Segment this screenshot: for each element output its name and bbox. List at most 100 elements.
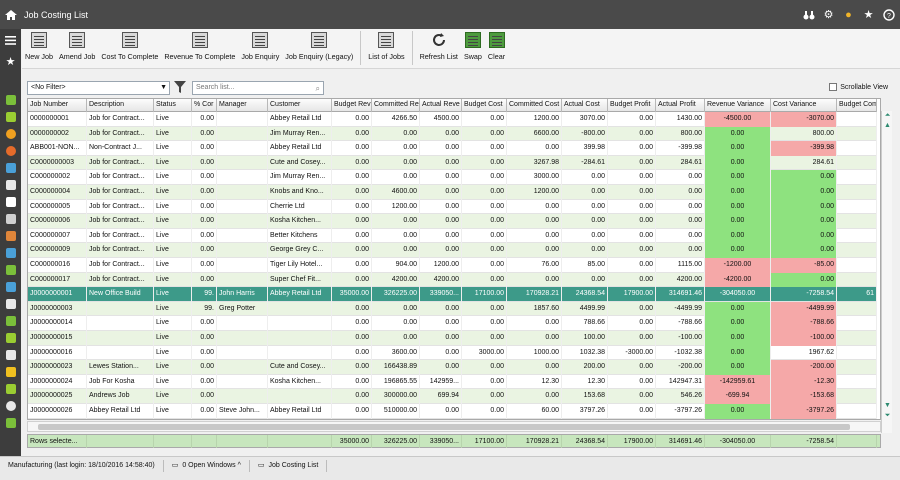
table-row[interactable]: C000000016 Job for Contract... Live 0.00 Tig… [28,258,877,273]
job-enquiry-button[interactable]: Job Enquiry [238,31,282,67]
filter-dropdown[interactable]: <No Filter> ▼ [27,81,170,95]
swap-button[interactable]: Swap [461,31,485,67]
nav-module-icon-11[interactable] [0,261,21,278]
scroll-top-icon[interactable]: ⏶ [882,111,893,120]
nav-module-icon-8[interactable] [0,210,21,227]
column-header-actual-profit[interactable]: Actual Profit [656,99,705,112]
table-row[interactable]: C000000004 Job for Contract... Live 0.00 Kno… [28,185,877,200]
column-header-percent-complete[interactable]: % Cor [192,99,217,112]
cell-actual-profit: 546.26 [656,389,705,404]
column-header-actual-cost[interactable]: Actual Cost [562,99,608,112]
revenue-to-complete-button[interactable]: Revenue To Complete [161,31,238,67]
nav-module-icon-5[interactable] [0,159,21,176]
column-header-cost-variance[interactable]: Cost Variance [771,99,837,112]
table-row[interactable]: C000000005 Job for Contract... Live 0.00 Che… [28,199,877,215]
scrollable-view-toggle[interactable]: Scrollable View [829,83,888,91]
cell-job-number: C000000006 [28,214,87,229]
table-row[interactable]: C000000009 Job for Contract... Live 0.00 Geo… [28,243,877,258]
table-row[interactable]: J0000000003 Live 99. Greg Potter 0.00 0.00 0.0… [28,301,877,317]
column-header-committed-cost[interactable]: Committed Cost [507,99,562,112]
table-row[interactable]: 0000000002 Job for Contract... Live 0.00 Jim… [28,126,877,142]
table-row[interactable]: J0000000024 Job For Kosha Live 0.00 Kosha Ki… [28,374,877,390]
totals-row: Rows selecte... 35000.00 326225.00 339050..… [27,434,881,448]
column-header-status[interactable]: Status [154,99,192,112]
table-row[interactable]: J0000000001 New Office Build Live 99. John H… [28,287,877,302]
table-row[interactable]: ABB001-NON... Non-Contract J... Live 0.00 Ab… [28,141,877,156]
table-row[interactable]: C0000000003 Job for Contract... Live 0.00 Cu… [28,155,877,171]
cell-actual-profit: 0.00 [656,243,705,258]
scroll-down-icon[interactable]: ▼ [882,401,893,410]
cell-job-number: C000000009 [28,243,87,258]
list-of-jobs-button[interactable]: List of Jobs [365,31,407,67]
table-row[interactable]: J0000000014 Live 0.00 0.00 0.00 0.00 0.00 0.00 7… [28,316,877,331]
table-row[interactable]: J0000000016 Live 0.00 0.00 3600.00 0.00 3000.0… [28,345,877,361]
nav-module-icon-12[interactable] [0,278,21,295]
column-header-revenue-variance[interactable]: Revenue Variance [705,99,771,112]
nav-module-icon-7[interactable] [0,193,21,210]
cell-customer: Jim Murray Ren... [268,126,332,142]
cell-revenue-variance: -1200.00 [705,258,771,273]
scroll-bottom-icon[interactable]: ⏷ [882,411,893,420]
table-row[interactable]: J0000000025 Andrews Job Live 0.00 0.00 300000… [28,389,877,404]
menu-icon[interactable] [0,29,21,51]
cost-to-complete-button[interactable]: Cost To Complete [98,31,161,67]
open-windows-button[interactable]: ▭ 0 Open Windows ^ [164,460,250,472]
nav-module-icon-18[interactable] [0,380,21,397]
nav-module-icon-16[interactable] [0,346,21,363]
cell-customer: Kosha Kitchen... [268,374,332,390]
nav-module-icon-14[interactable] [0,312,21,329]
job-enquiry-legacy-button[interactable]: Job Enquiry (Legacy) [282,31,356,67]
column-header-manager[interactable]: Manager [217,99,268,112]
column-header-budget-complete[interactable]: Budget Comp [837,99,877,112]
nav-module-icon-9[interactable] [0,227,21,244]
binoculars-icon[interactable] [801,7,816,22]
table-row[interactable]: 0000000001 Job for Contract... Live 0.00 Abb… [28,112,877,127]
funnel-icon[interactable] [174,81,186,94]
scroll-up-icon[interactable]: ▲ [882,121,893,130]
table-row[interactable]: C000000006 Job for Contract... Live 0.00 Kos… [28,214,877,229]
refresh-list-button[interactable]: Refresh List [417,31,461,67]
nav-module-icon-4[interactable] [0,142,21,159]
help-icon[interactable]: ? [881,7,896,22]
column-header-description[interactable]: Description [87,99,154,112]
column-header-budget-cost[interactable]: Budget Cost [462,99,507,112]
column-header-actual-revenue[interactable]: Actual Reve [420,99,462,112]
new-job-button[interactable]: New Job [22,31,56,67]
table-row[interactable]: C000000007 Job for Contract... Live 0.00 Bet… [28,228,877,244]
table-row[interactable]: J0000000026 Abbey Retail Ltd Live 0.00 Steve… [28,404,877,419]
table-row[interactable]: J0000000023 Lewes Station... Live 0.00 Cute … [28,360,877,375]
vertical-scrollbar[interactable]: ⏶ ▲ ▼ ⏷ [881,111,892,433]
home-icon[interactable] [0,0,22,29]
taskbar-tab-job-costing-list[interactable]: ▭ Job Costing List [250,460,328,472]
column-header-budget-revenue[interactable]: Budget Rev [332,99,372,112]
nav-module-icon-6[interactable] [0,176,21,193]
column-header-customer[interactable]: Customer [268,99,332,112]
scrollable-view-checkbox[interactable] [829,83,838,91]
nav-module-icon-3[interactable] [0,125,21,142]
favourites-star-icon[interactable]: ★ [0,51,21,71]
column-header-job-number[interactable]: Job Number [28,99,87,112]
star-icon[interactable]: ★ [861,7,876,22]
horizontal-scroll-thumb[interactable] [38,424,850,430]
cell-job-number: C0000000003 [28,155,87,171]
nav-module-icon-1[interactable] [0,91,21,108]
clear-button[interactable]: Clear [485,31,508,67]
nav-module-icon-17[interactable] [0,363,21,380]
nav-module-icon-15[interactable] [0,329,21,346]
table-row[interactable]: J0000000027Steve Walt...Live0.00Steve Jo… [28,418,877,419]
lightbulb-icon[interactable]: ● [841,7,856,22]
column-header-budget-profit[interactable]: Budget Profit [608,99,656,112]
horizontal-scrollbar[interactable] [27,421,881,432]
nav-module-icon-10[interactable] [0,244,21,261]
nav-module-icon-2[interactable] [0,108,21,125]
table-row[interactable]: C000000017 Job for Contract... Live 0.00 Sup… [28,272,877,288]
search-input[interactable]: Search list... ⌕ [192,81,324,95]
table-row[interactable]: J0000000015 Live 0.00 0.00 0.00 0.00 0.00 0.00 1… [28,331,877,346]
amend-job-button[interactable]: Amend Job [56,31,98,67]
column-header-committed-revenue[interactable]: Committed Rev [372,99,420,112]
nav-module-icon-20[interactable] [0,414,21,431]
nav-module-icon-19[interactable] [0,397,21,414]
gear-icon[interactable]: ⚙ [821,7,836,22]
table-row[interactable]: C000000002 Job for Contract... Live 0.00 Jim… [28,170,877,185]
nav-module-icon-13[interactable] [0,295,21,312]
